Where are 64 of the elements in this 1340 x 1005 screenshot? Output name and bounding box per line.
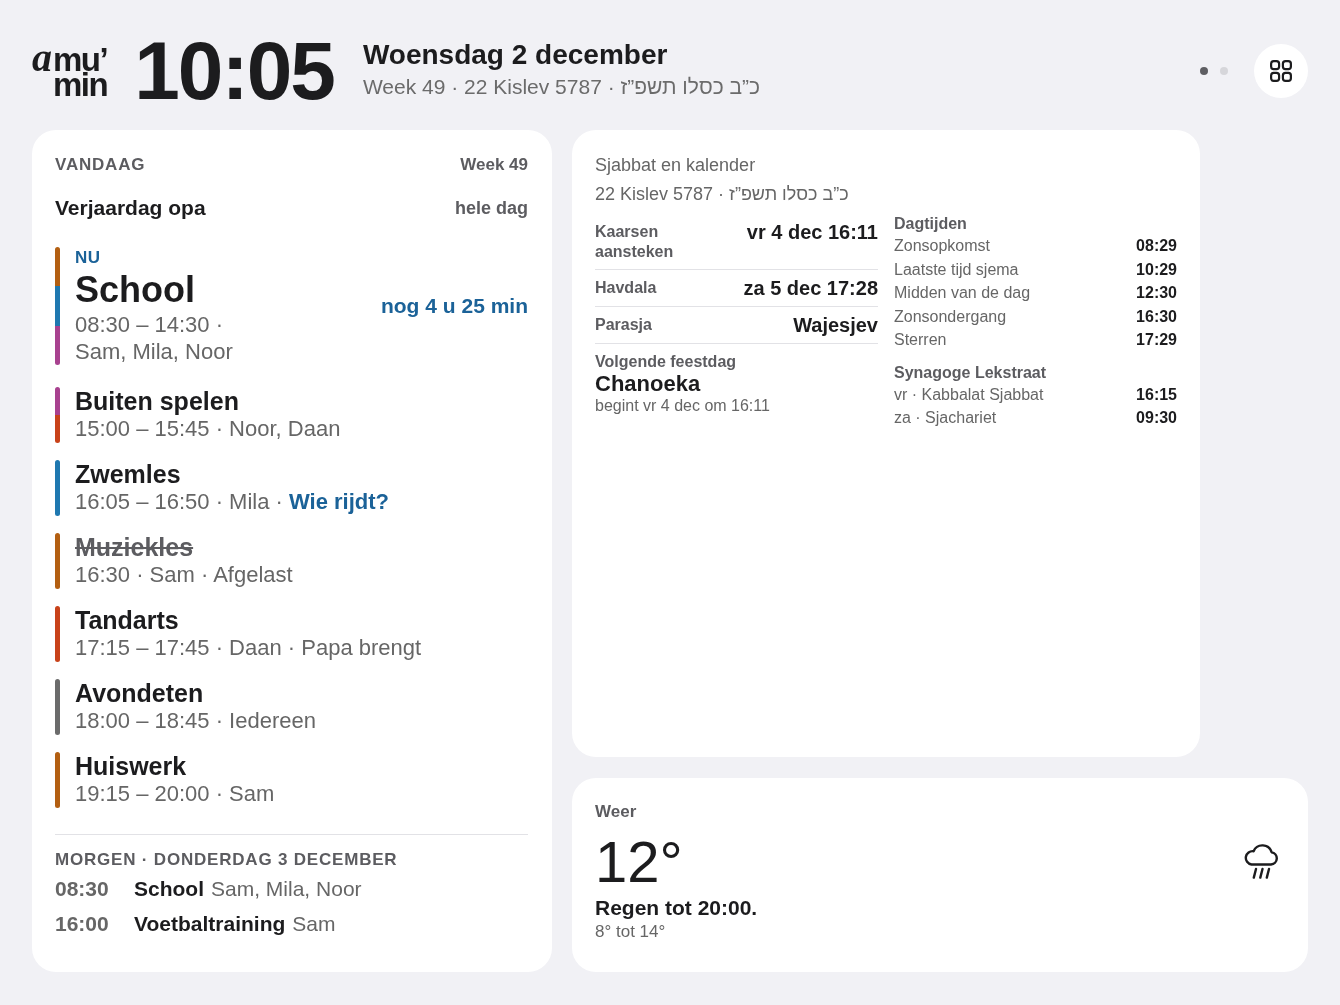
time-label: Kaarsen aansteken [595, 222, 675, 262]
service-time: 09:30 [1136, 408, 1177, 428]
rain-cloud-icon [1242, 843, 1280, 879]
synagogue-heading: Synagoge Lekstraat [894, 362, 1048, 383]
event-title: Zwemles [75, 460, 182, 488]
time-label: Havdala [595, 278, 657, 298]
event-details: 15:00 – 15:45 · Noor, Daan [75, 415, 342, 443]
service-time: 16:15 [1136, 384, 1177, 405]
section-heading: MORGEN · DONDERDAG 3 DECEMBER [55, 850, 399, 870]
holiday-start: begint vr 4 dec om 16:11 [595, 396, 771, 416]
day-time-label: Zonsopkomst [894, 236, 991, 256]
day-time-value: 08:29 [1136, 236, 1177, 256]
event-title: Avondeten [75, 679, 205, 707]
time-value: Wajesjev [793, 315, 878, 335]
event-title: Tandarts [75, 606, 180, 634]
now-label: NU [75, 247, 102, 269]
event-people: Sam, Mila, Noor [211, 876, 362, 902]
event-time: 16:00 [55, 911, 110, 937]
service-label: za · Sjachariet [894, 408, 997, 428]
day-time-label: Sterren [894, 330, 947, 350]
time-value: vr 4 dec 16:11 [746, 222, 878, 242]
next-holiday-label: Volgende feestdag [595, 352, 738, 372]
day-time-label: Zonsondergang [894, 306, 1007, 327]
time-label: Parasja [595, 315, 652, 335]
event-title: School [134, 876, 204, 902]
event-details: 08:30 – 14:30 · Sam, Mila, Noor [75, 311, 234, 365]
event-details: 16:05 – 16:50 · Mila · Wie rijdt? [75, 488, 391, 516]
day-time-value: 12:30 [1136, 283, 1177, 303]
date-subtitle: Week 49 · 22 Kislev 5787 · כ”ב כסלו תשפ”ז [362, 74, 761, 100]
day-time-label: Laatste tijd sjema [894, 259, 1019, 280]
card-title: Weer [595, 802, 638, 822]
clock-time: 10:05 [134, 30, 334, 112]
ride-request-link[interactable]: Wie rijdt? [289, 489, 390, 514]
event-people: Sam [292, 911, 336, 937]
event-time: 08:30 [55, 876, 110, 902]
card-title: Sjabbat en kalender [595, 154, 757, 177]
time-value: za 5 dec 17:28 [743, 278, 878, 298]
event-title: Muziekles [75, 533, 195, 561]
all-day-label: hele dag [454, 197, 528, 220]
day-times-heading: Dagtijden [894, 214, 968, 234]
event-details: 19:15 – 20:00 · Sam [75, 780, 276, 808]
day-time-label: Midden van de dag [894, 283, 1031, 303]
service-label: vr · Kabbalat Sjabbat [894, 384, 1044, 405]
temperature: 12° [595, 832, 684, 892]
day-time-value: 16:30 [1136, 306, 1177, 327]
event-title: Voetbaltraining [134, 911, 286, 937]
all-day-event-title: Verjaardag opa [55, 196, 206, 220]
weather-summary: Regen tot 20:00. [595, 896, 758, 920]
event-title: Buiten spelen [75, 387, 240, 415]
event-details: 17:15 – 17:45 · Daan · Papa brengt [75, 634, 423, 662]
date-heading: Woensdag 2 december [362, 39, 669, 71]
event-title: Huiswerk [75, 752, 188, 780]
week-label: Week 49 [460, 155, 528, 175]
holiday-name: Chanoeka [595, 372, 702, 396]
event-details: 16:30 · Sam · Afgelast [75, 561, 294, 589]
event-details: 18:00 – 18:45 · Iedereen [75, 707, 317, 735]
countdown-label: nog 4 u 25 min [380, 294, 528, 318]
day-time-value: 10:29 [1136, 259, 1177, 280]
day-time-value: 17:29 [1136, 330, 1177, 350]
section-heading: VANDAAG [55, 155, 146, 175]
temperature-range: 8° tot 14° [595, 922, 667, 942]
event-title: School [75, 269, 196, 311]
grid-icon [1270, 60, 1292, 82]
hebrew-date: 22 Kislev 5787 · כ”ב כסלו תשפ”ז [595, 183, 850, 206]
